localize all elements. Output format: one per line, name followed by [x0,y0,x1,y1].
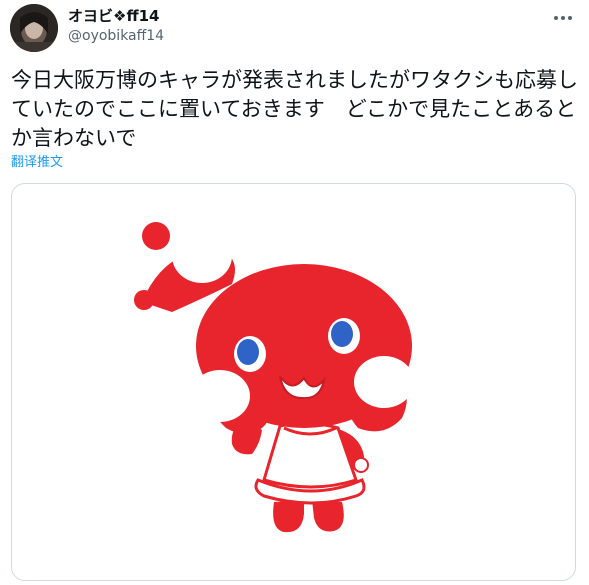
tweet-media[interactable] [11,183,576,581]
author-display-name[interactable]: オヨビ❖ff14 [68,6,159,26]
author-handle[interactable]: @oyobikaff14 [68,26,164,46]
avatar[interactable] [10,4,58,52]
tweet-header: オヨビ❖ff14 @oyobikaff14 [0,0,589,58]
avatar-image [10,4,58,52]
more-dots-icon [554,16,572,20]
mascot-illustration [12,184,575,580]
translate-tweet-link[interactable]: 翻译推文 [11,154,63,172]
more-button[interactable] [551,6,575,30]
tweet-text: 今日大阪万博のキャラが発表されましたがワタクシも応募していたのでここに置いておき… [11,68,578,150]
